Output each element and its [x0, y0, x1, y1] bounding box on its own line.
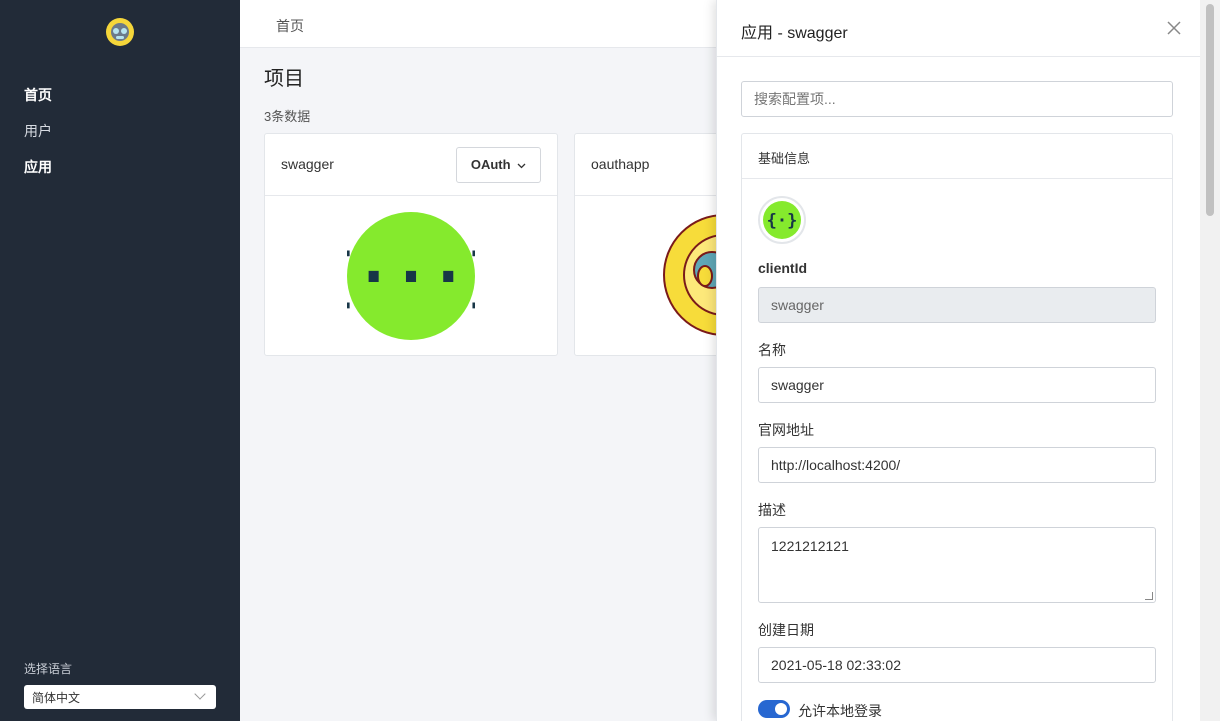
- oauth-button-label: OAuth: [470, 157, 511, 172]
- name-field[interactable]: swagger: [758, 367, 1156, 403]
- app-detail-drawer: 应用 - swagger 基础信息 {·} clientId swagger 名…: [716, 0, 1200, 721]
- sidebar: 首页 用户 应用 选择语言 简体中文: [0, 0, 240, 721]
- svg-text:{·}: {·}: [767, 211, 798, 231]
- scroll-thumb[interactable]: [1206, 4, 1214, 216]
- breadcrumb[interactable]: 首页: [276, 16, 304, 36]
- language-value: 简体中文: [32, 691, 81, 705]
- local-login-toggle[interactable]: [758, 700, 790, 718]
- card-header: swagger OAuth: [265, 134, 557, 196]
- website-field[interactable]: http://localhost:4200/: [758, 447, 1156, 483]
- page-title: 项目: [264, 68, 304, 90]
- resize-handle-icon[interactable]: [1145, 592, 1153, 600]
- language-select[interactable]: 简体中文: [24, 685, 216, 709]
- name-label: 名称: [758, 342, 786, 358]
- card-title: oauthapp: [591, 156, 650, 172]
- section-title: 基础信息: [742, 134, 1172, 179]
- nav-apps[interactable]: 应用: [24, 157, 52, 177]
- website-label: 官网地址: [758, 422, 814, 438]
- created-date-field[interactable]: 2021-05-18 02:33:02: [758, 647, 1156, 683]
- description-textarea[interactable]: 1221212121: [758, 527, 1156, 603]
- description-value: 1221212121: [771, 538, 849, 554]
- config-search-input[interactable]: [741, 81, 1173, 117]
- swagger-logo-icon: {···}: [347, 212, 475, 340]
- record-count: 3条数据: [264, 109, 311, 124]
- card-title: swagger: [281, 156, 334, 172]
- drawer-title: 应用 - swagger: [741, 25, 848, 42]
- nav-home[interactable]: 首页: [24, 85, 52, 105]
- nav-users[interactable]: 用户: [24, 121, 52, 141]
- description-label: 描述: [758, 502, 786, 518]
- chevron-down-icon: [194, 688, 206, 700]
- swagger-logo-icon: {·}: [763, 201, 801, 239]
- scrollbar[interactable]: [1200, 0, 1220, 721]
- svg-text:{···}: {···}: [347, 240, 475, 313]
- app-avatar[interactable]: {·}: [758, 196, 806, 244]
- created-date-label: 创建日期: [758, 622, 814, 638]
- toggle-knob: [775, 703, 787, 715]
- language-label: 选择语言: [24, 662, 73, 676]
- drawer-header: 应用 - swagger: [717, 0, 1200, 57]
- basic-info-section: 基础信息 {·} clientId swagger 名称 swagger 官网地…: [741, 133, 1173, 721]
- client-id-field: swagger: [758, 287, 1156, 323]
- client-id-label: clientId: [758, 260, 808, 276]
- app-logo-icon[interactable]: [105, 17, 135, 47]
- oauth-dropdown-button[interactable]: OAuth: [456, 147, 541, 183]
- local-login-label: 允许本地登录: [798, 703, 882, 719]
- close-icon[interactable]: [1166, 20, 1182, 36]
- chevron-down-icon: [517, 163, 526, 169]
- app-card-swagger[interactable]: swagger OAuth {···}: [264, 133, 558, 356]
